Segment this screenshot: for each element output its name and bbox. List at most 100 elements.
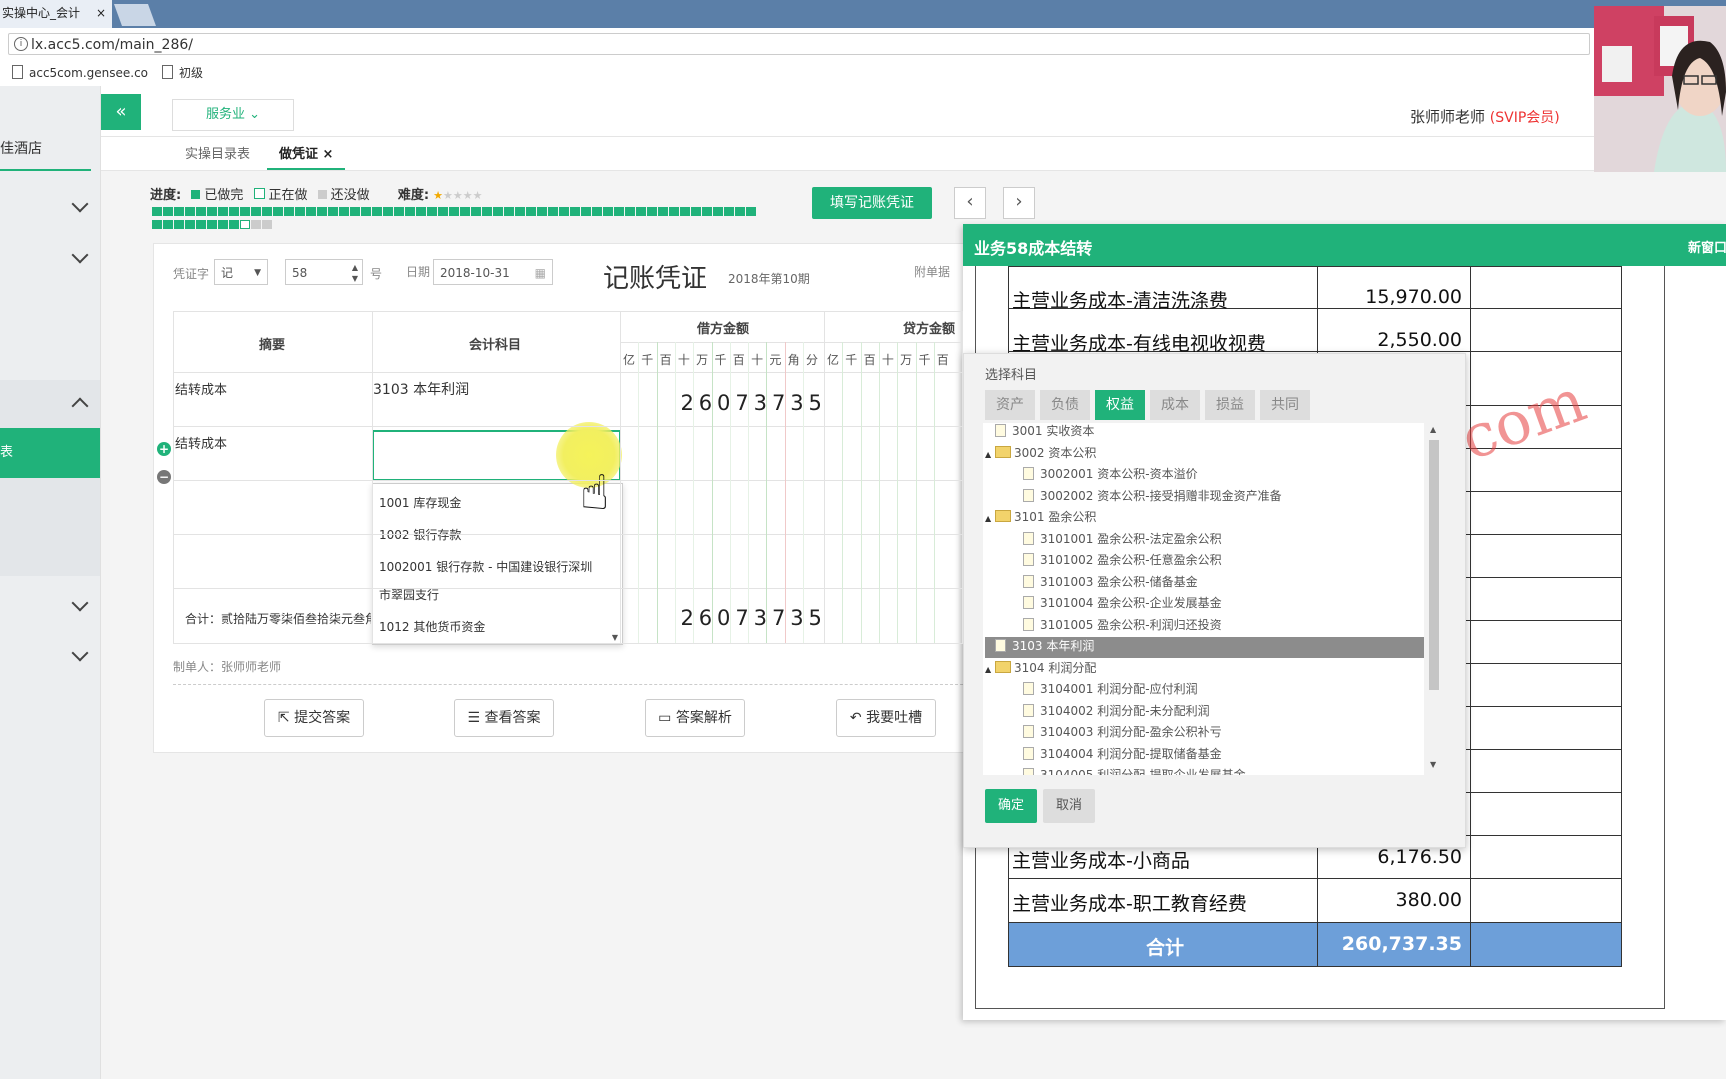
progress-cell: [592, 207, 602, 216]
dropdown-item[interactable]: 1012 其他货币资金: [379, 618, 485, 635]
close-icon[interactable]: ×: [323, 147, 334, 162]
submit-button[interactable]: ⇱ 提交答案: [264, 699, 364, 737]
tree-folder[interactable]: ▲ 3002 资本公积: [985, 443, 1096, 463]
tab-共同[interactable]: 共同: [1260, 390, 1310, 420]
stepper-icon[interactable]: ▲ ▼: [352, 260, 358, 284]
star-icon: ★: [462, 189, 473, 202]
bookmark-gensee[interactable]: acc5com.gensee.co: [12, 64, 148, 82]
tree-item[interactable]: 3001 实收资本: [985, 423, 1094, 441]
scroll-down-icon[interactable]: ▼: [1430, 760, 1436, 769]
progress-cell: [284, 207, 294, 216]
tree-label: 3101001 盈余公积-法定盈余公积: [1040, 531, 1222, 546]
user-info[interactable]: 张师师老师 (SVIP会员): [1410, 106, 1560, 127]
collapse-sidebar-button[interactable]: «: [101, 94, 141, 130]
tree-item[interactable]: 3101003 盈余公积-储备基金: [1023, 572, 1198, 592]
unit-label: 元: [769, 353, 782, 367]
tree-label: 3104004 利润分配-提取储备基金: [1040, 746, 1222, 761]
browser-tab[interactable]: 实操中心_会计 ×: [0, 0, 112, 28]
tree-folder[interactable]: ▲ 3101 盈余公积: [985, 507, 1096, 527]
next-button[interactable]: ›: [1003, 187, 1035, 219]
digit-divider: [656, 342, 658, 643]
unit-label: 千: [845, 353, 858, 367]
progress-cell: [251, 207, 261, 216]
voucher-type-value: 记: [221, 266, 234, 280]
feedback-button[interactable]: ↶ 我要吐槽: [836, 699, 936, 737]
scroll-up-icon[interactable]: ▲: [1430, 425, 1436, 434]
dropdown-item[interactable]: 1001 库存现金: [379, 494, 461, 511]
row1-account[interactable]: 3103 本年利润: [373, 379, 469, 399]
database-icon: ☰: [467, 710, 485, 726]
tree-item[interactable]: 3104003 利润分配-盈余公积补亏: [1023, 722, 1222, 742]
expand-icon[interactable]: ▲: [985, 509, 995, 529]
bookmark-beginner[interactable]: 初级: [162, 64, 203, 82]
scrollbar-thumb[interactable]: [1429, 440, 1439, 690]
digit-divider: [784, 342, 786, 643]
add-row-icon[interactable]: +: [157, 442, 171, 456]
new-window-link[interactable]: 新窗口: [1688, 237, 1726, 256]
tab-权益[interactable]: 权益: [1095, 390, 1145, 420]
tab-损益[interactable]: 损益: [1205, 390, 1255, 420]
tree-item[interactable]: 3104005 利润分配-提取企业发展基金: [1023, 765, 1246, 775]
tree-item[interactable]: 3103 本年利润: [985, 636, 1094, 656]
tree-item[interactable]: 3104002 利润分配-未分配利润: [1023, 701, 1210, 721]
tab-成本[interactable]: 成本: [1150, 390, 1200, 420]
url-field[interactable]: lx.acc5.com/main_286/: [8, 33, 1590, 55]
tree-folder[interactable]: ▲ 3104 利润分配: [985, 658, 1096, 678]
expand-icon[interactable]: ▲: [985, 660, 995, 680]
total-amount: 260,737.35: [1341, 933, 1462, 955]
voucher-type-label: 凭证字: [173, 267, 210, 281]
tab-catalog[interactable]: 实操目录表: [185, 142, 250, 168]
progress-cell: [460, 207, 470, 216]
fill-voucher-button[interactable]: 填写记账凭证: [812, 187, 932, 219]
confirm-button[interactable]: 确定: [985, 789, 1037, 823]
tab-close-icon[interactable]: ×: [96, 0, 106, 26]
unit-label: 十: [677, 353, 690, 367]
remove-row-icon[interactable]: −: [157, 470, 171, 484]
voucher-number-input[interactable]: 58 ▲ ▼: [285, 259, 363, 285]
tab-负债[interactable]: 负债: [1040, 390, 1090, 420]
bookmark-label: 初级: [179, 66, 204, 80]
file-icon: [1023, 574, 1034, 588]
tree-item[interactable]: 3104004 利润分配-提取储备基金: [1023, 744, 1222, 764]
analysis-label: 答案解析: [675, 710, 732, 726]
calendar-icon[interactable]: ▦: [535, 260, 546, 286]
analysis-button[interactable]: ▭ 答案解析: [645, 699, 745, 737]
voucher-type-select[interactable]: 记 ▼: [214, 259, 268, 285]
progress-cell: [240, 207, 250, 216]
cancel-button[interactable]: 取消: [1043, 789, 1095, 823]
scroll-down-icon[interactable]: ▼: [612, 633, 618, 642]
progress-cell: [372, 207, 382, 216]
progress-cell: [746, 207, 756, 216]
row1-summary[interactable]: 结转成本: [175, 379, 227, 398]
prev-button[interactable]: ‹: [954, 187, 986, 219]
folder-icon: [995, 660, 1011, 673]
bookmark-label: acc5com.gensee.co: [29, 66, 149, 80]
tab-make-voucher[interactable]: 做凭证 ×: [267, 142, 346, 170]
progress-cell: [713, 207, 723, 216]
progress-cell: [196, 220, 206, 229]
info-icon[interactable]: i: [14, 37, 28, 51]
row2-summary[interactable]: 结转成本: [175, 433, 227, 452]
date-input[interactable]: 2018-10-31 ▦: [433, 259, 553, 285]
sidebar-item-selected[interactable]: 表: [0, 428, 100, 478]
progress-cell: [163, 207, 173, 216]
store-name[interactable]: 佳酒店: [0, 138, 42, 158]
tab-资产[interactable]: 资产: [985, 390, 1035, 420]
tree-item[interactable]: 3002002 资本公积-接受捐赠非现金资产准备: [1023, 486, 1282, 506]
dropdown-item[interactable]: 1002001 银行存款 - 中国建设银行深圳: [379, 558, 592, 575]
page-icon: [162, 65, 173, 79]
doing-swatch: [253, 188, 265, 199]
tree-item[interactable]: 3101002 盈余公积-任意盈余公积: [1023, 550, 1222, 570]
tree-item[interactable]: 3101001 盈余公积-法定盈余公积: [1023, 529, 1222, 549]
feedback-label: 我要吐槽: [866, 710, 923, 726]
expand-icon[interactable]: ▲: [985, 445, 995, 465]
tree-item[interactable]: 3002001 资本公积-资本溢价: [1023, 464, 1198, 484]
progress-cell: [669, 207, 679, 216]
app-header: [101, 86, 1601, 137]
tree-item[interactable]: 3101004 盈余公积-企业发展基金: [1023, 593, 1222, 613]
tree-item[interactable]: 3101005 盈余公积-利润归还投资: [1023, 615, 1222, 635]
tree-item[interactable]: 3104001 利润分配-应付利润: [1023, 679, 1198, 699]
industry-select[interactable]: 服务业 ⌄: [172, 99, 294, 131]
view-answer-button[interactable]: ☰ 查看答案: [454, 699, 554, 737]
folder-icon: [995, 445, 1011, 458]
